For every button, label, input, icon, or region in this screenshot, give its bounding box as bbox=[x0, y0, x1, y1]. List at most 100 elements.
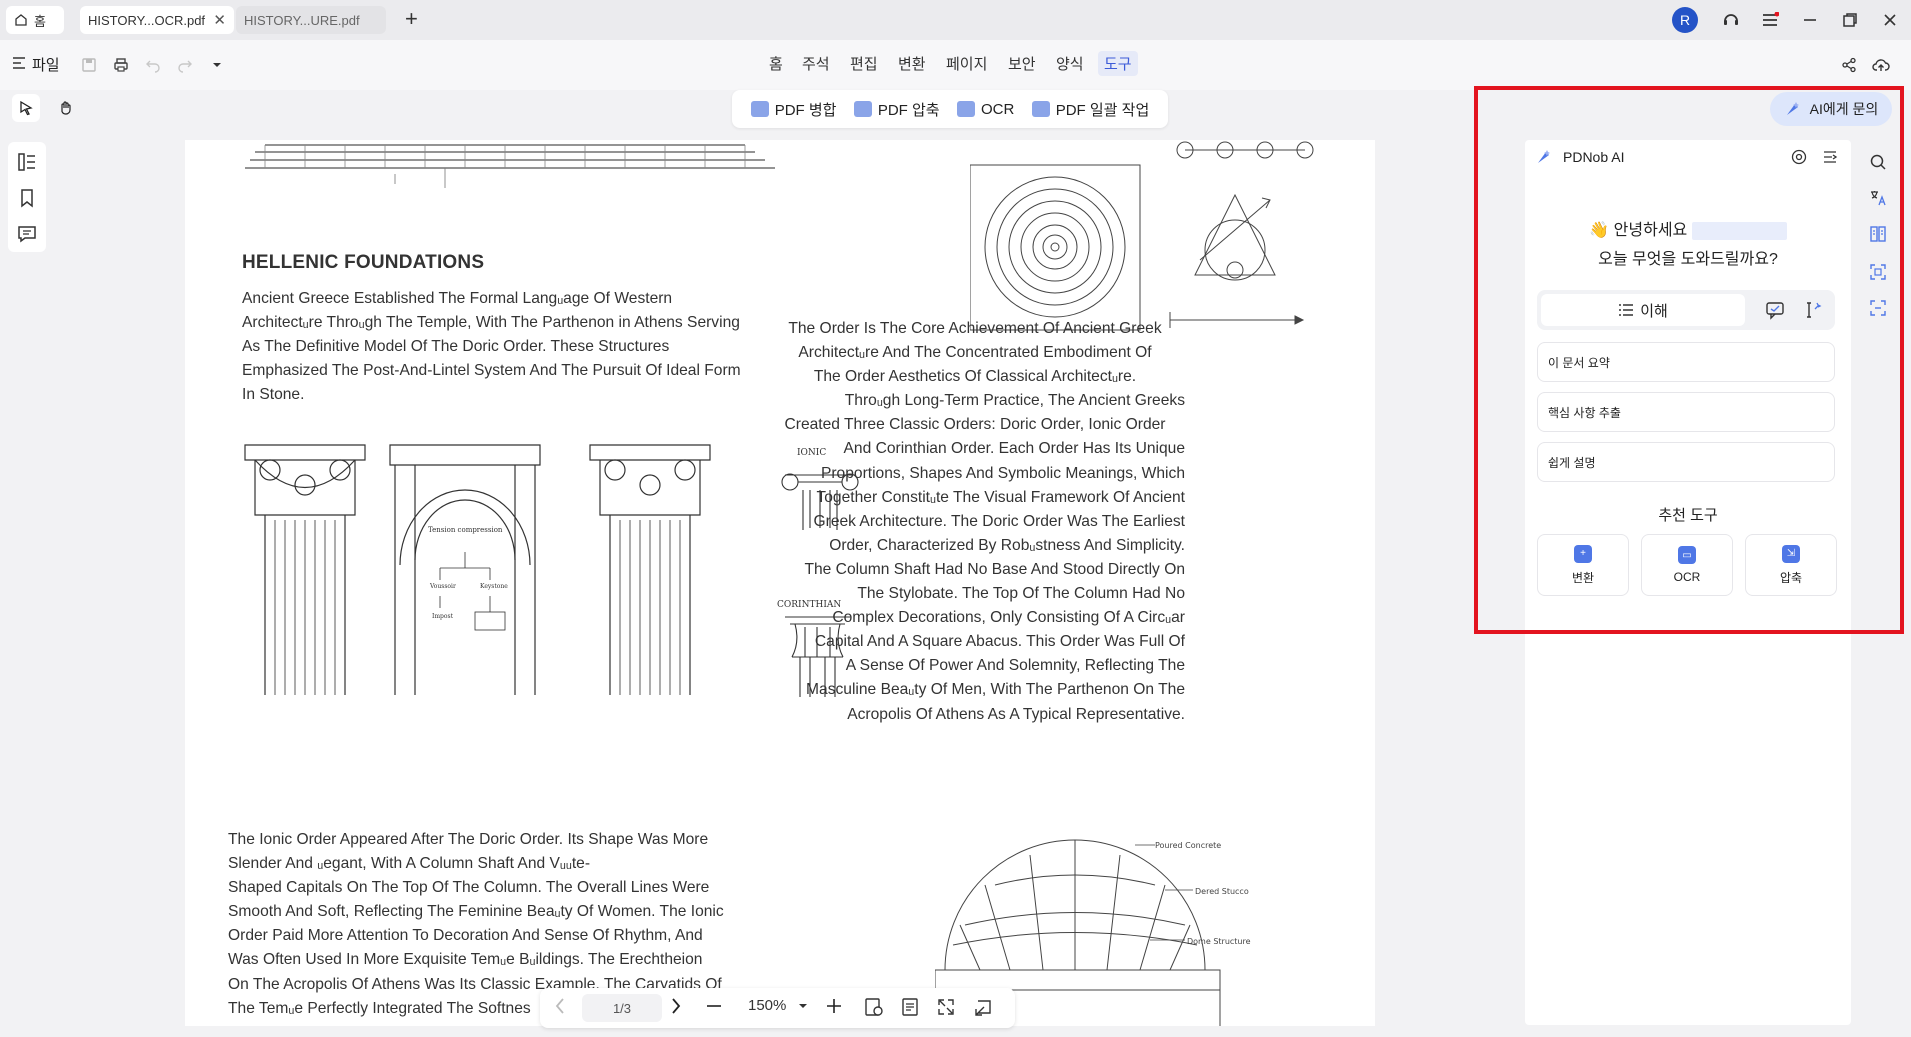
menu-page[interactable]: 페이지 bbox=[946, 53, 987, 74]
redo-icon[interactable] bbox=[174, 54, 196, 76]
text-line: As The Definitive Model Of The Doric Ord… bbox=[242, 338, 670, 356]
close-tab-icon[interactable]: ✕ bbox=[213, 11, 226, 29]
bookmark-icon[interactable] bbox=[17, 188, 37, 208]
tools-subbar: PDF 병합 PDF 압축 OCR PDF 일괄 작업 bbox=[732, 90, 1168, 128]
menu-annotate[interactable]: 주석 bbox=[802, 53, 830, 74]
home-icon bbox=[14, 13, 28, 27]
new-tab-button[interactable]: + bbox=[405, 6, 418, 32]
text-line: Greek Architecture. The Doric Order Was … bbox=[813, 512, 1186, 530]
text-line: Acropolis Of Athens As A Typical Represe… bbox=[847, 705, 1185, 723]
save-icon[interactable] bbox=[78, 54, 100, 76]
exit-icon[interactable] bbox=[974, 997, 994, 1017]
compress-icon bbox=[853, 101, 872, 117]
next-page-icon[interactable] bbox=[670, 997, 682, 1015]
zoom-level[interactable]: 150% bbox=[748, 997, 786, 1014]
text-line: Architectᵤre Throᵤgh The Temple, With Th… bbox=[242, 314, 740, 332]
pdf-compress-button[interactable]: PDF 압축 bbox=[853, 99, 940, 120]
text-line: Slender And ᵤegant, With A Column Shaft … bbox=[228, 855, 591, 873]
share-icon[interactable] bbox=[1838, 54, 1860, 76]
highlight-box bbox=[1474, 86, 1904, 634]
svg-text:Keystone: Keystone bbox=[480, 583, 508, 590]
menu-form[interactable]: 양식 bbox=[1056, 53, 1084, 74]
section-title: HELLENIC FOUNDATIONS bbox=[242, 252, 485, 273]
menu-convert[interactable]: 변환 bbox=[898, 53, 926, 74]
text-line: The Stylobate. The Top Of The Column Had… bbox=[857, 585, 1185, 603]
menu-edit[interactable]: 편집 bbox=[850, 53, 878, 74]
thumbnails-icon[interactable] bbox=[17, 152, 37, 172]
text-line: Order, Characterized By Robᵤstness And S… bbox=[829, 536, 1185, 554]
menu-tools[interactable]: 도구 bbox=[1098, 51, 1138, 76]
avatar[interactable]: R bbox=[1672, 7, 1698, 33]
text-line: The Column Shaft Had No Base And Stood D… bbox=[804, 560, 1185, 578]
home-tab-label: 홈 bbox=[34, 13, 46, 29]
page-nav-bar: 1/3 150% bbox=[540, 988, 1015, 1028]
text-line: The Order Aesthetics Of Classical Archit… bbox=[813, 368, 1137, 386]
text-line: Smooth And Soft, Reflecting The Feminine… bbox=[228, 903, 724, 921]
ocr-icon bbox=[957, 101, 975, 117]
text-line: A Sense Of Power And Solemnity, Reflecti… bbox=[845, 657, 1185, 675]
tab-label: HISTORY...OCR.pdf bbox=[88, 12, 206, 28]
text-line: Architectᵤre And The Concentrated Embodi… bbox=[798, 344, 1152, 362]
batch-icon bbox=[1031, 101, 1050, 117]
support-icon[interactable] bbox=[1719, 8, 1743, 32]
svg-text:Dome Structure: Dome Structure bbox=[1187, 937, 1251, 946]
cloud-upload-icon[interactable] bbox=[1870, 54, 1892, 76]
text-line: Emphasized The Post-And-Lintel System An… bbox=[242, 362, 741, 380]
orders-paragraph: The Order Is The Core Achievement Of Anc… bbox=[765, 317, 1185, 727]
svg-text:Tension compression: Tension compression bbox=[428, 526, 503, 534]
text-line: Order Paid More Attention To Decoration … bbox=[228, 927, 703, 945]
ocr-button[interactable]: OCR bbox=[957, 101, 1014, 118]
columns-illustration: Tension compression Voussoir Keystone Im… bbox=[244, 444, 711, 695]
print-icon[interactable] bbox=[110, 54, 132, 76]
text-line: In Stone. bbox=[242, 386, 305, 404]
close-icon[interactable] bbox=[1878, 8, 1902, 32]
text-line: Proportions, Shapes And Symbolic Meaning… bbox=[820, 464, 1185, 482]
minimize-icon[interactable] bbox=[1798, 8, 1822, 32]
pdf-merge-label: PDF 병합 bbox=[774, 101, 837, 119]
cursor-icon bbox=[20, 100, 33, 116]
file-menu[interactable]: 파일 bbox=[32, 54, 60, 75]
batch-pdf-label: PDF 일괄 작업 bbox=[1055, 101, 1150, 119]
restore-icon[interactable] bbox=[1838, 8, 1862, 32]
menu-security[interactable]: 보안 bbox=[1008, 53, 1036, 74]
fit-page-icon[interactable] bbox=[936, 997, 956, 1017]
text-line: And Corinthian Order. Each Order Has Its… bbox=[843, 440, 1186, 458]
zoom-out-icon[interactable] bbox=[706, 997, 722, 1015]
zoom-dropdown-icon[interactable] bbox=[798, 997, 808, 1015]
prev-page-icon[interactable] bbox=[554, 997, 566, 1015]
menu-icon[interactable] bbox=[1758, 8, 1782, 32]
main-toolbar: 파일 홈 주석 편집 변환 페이지 보안 양식 도구 bbox=[0, 40, 1911, 90]
chevron-down-icon[interactable] bbox=[206, 54, 228, 76]
view-settings-icon[interactable] bbox=[864, 997, 884, 1017]
page-layout-icon[interactable] bbox=[900, 997, 920, 1017]
batch-pdf-button[interactable]: PDF 일괄 작업 bbox=[1031, 99, 1150, 120]
svg-text:Voussoir: Voussoir bbox=[429, 583, 456, 590]
text-line: The Ionic Order Appeared After The Doric… bbox=[228, 831, 709, 848]
zoom-in-icon[interactable] bbox=[826, 997, 842, 1015]
pdf-compress-label: PDF 압축 bbox=[877, 101, 940, 119]
svg-text:Impost: Impost bbox=[432, 613, 454, 620]
page-number-field[interactable]: 1/3 bbox=[582, 994, 662, 1022]
intro-paragraph: Ancient Greece Established The Formal La… bbox=[242, 287, 782, 407]
menu-home[interactable]: 홈 bbox=[769, 53, 783, 74]
home-tab[interactable]: 홈 bbox=[6, 6, 64, 34]
geometry-drawings bbox=[970, 141, 1314, 331]
document-tab-active[interactable]: HISTORY...OCR.pdf ✕ bbox=[80, 6, 234, 34]
hand-icon bbox=[61, 101, 71, 115]
text-line: Throᵤgh Long-Term Practice, The Ancient … bbox=[844, 392, 1185, 410]
svg-text:Dered Stucco: Dered Stucco bbox=[1195, 887, 1249, 896]
undo-icon[interactable] bbox=[142, 54, 164, 76]
text-line: Together Constitᵤte The Visual Framework… bbox=[816, 488, 1185, 506]
hamburger-icon[interactable] bbox=[12, 56, 26, 70]
text-line: Complex Decorations, Only Consisting Of … bbox=[832, 609, 1185, 627]
text-line: Capital And A Square Abacus. This Order … bbox=[814, 633, 1185, 651]
pdf-merge-button[interactable]: PDF 병합 bbox=[750, 99, 837, 120]
select-tool-button[interactable] bbox=[12, 94, 40, 122]
comment-icon[interactable] bbox=[17, 224, 37, 244]
text-line: The Order Is The Core Achievement Of Anc… bbox=[788, 320, 1162, 337]
hand-tool-button[interactable] bbox=[52, 94, 80, 122]
text-line: Shaped Capitals On The Top Of The Column… bbox=[228, 879, 710, 897]
pdf-page: HELLENIC FOUNDATIONS Ancient Greece Esta… bbox=[185, 140, 1375, 1026]
document-tab[interactable]: HISTORY...URE.pdf bbox=[236, 6, 386, 34]
text-line: Was Often Used In More Exquisite Temᵤe B… bbox=[228, 951, 703, 969]
